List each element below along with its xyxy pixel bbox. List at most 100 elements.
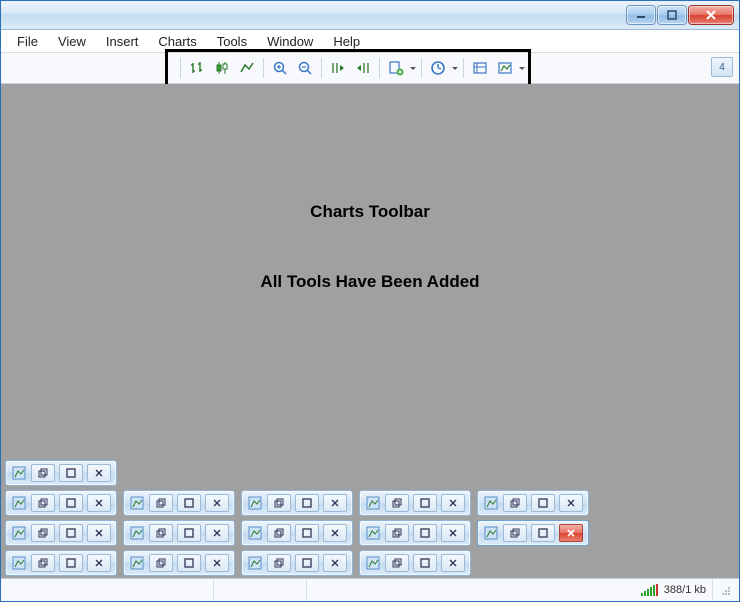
status-transfer: 388/1 kb	[664, 584, 706, 596]
mdi-maximize-button[interactable]	[295, 554, 319, 572]
dropdown-icon[interactable]	[451, 57, 459, 79]
mdi-close-button[interactable]	[323, 524, 347, 542]
mdi-restore-button[interactable]	[267, 554, 291, 572]
mdi-close-button[interactable]	[87, 494, 111, 512]
mdi-child[interactable]	[241, 550, 353, 576]
mdi-maximize-button[interactable]	[59, 554, 83, 572]
status-connection: 388/1 kb	[635, 579, 713, 601]
line-chart-button[interactable]	[235, 56, 259, 80]
candlestick-button[interactable]	[210, 56, 234, 80]
periodicity-button[interactable]	[426, 56, 450, 80]
indicators-button[interactable]	[384, 56, 408, 80]
chart-shift-button[interactable]	[351, 56, 375, 80]
chart-icon	[129, 525, 145, 541]
mdi-maximize-button[interactable]	[177, 554, 201, 572]
menu-view[interactable]: View	[48, 32, 96, 51]
mdi-restore-button[interactable]	[267, 494, 291, 512]
mdi-maximize-button[interactable]	[413, 524, 437, 542]
mdi-child[interactable]	[359, 550, 471, 576]
mdi-child[interactable]	[359, 520, 471, 546]
mdi-child[interactable]	[5, 460, 117, 486]
mdi-close-button[interactable]	[87, 464, 111, 482]
mdi-restore-button[interactable]	[149, 494, 173, 512]
mdi-restore-button[interactable]	[385, 554, 409, 572]
dropdown-icon[interactable]	[518, 57, 526, 79]
mdi-restore-button[interactable]	[149, 524, 173, 542]
maximize-button[interactable]	[658, 6, 686, 24]
annotation-toolbar-label: Charts Toolbar	[1, 202, 739, 222]
chart-icon	[483, 495, 499, 511]
dropdown-icon[interactable]	[409, 57, 417, 79]
mdi-child[interactable]	[241, 490, 353, 516]
mdi-close-button[interactable]	[323, 554, 347, 572]
mdi-maximize-button[interactable]	[177, 494, 201, 512]
mdi-restore-button[interactable]	[385, 494, 409, 512]
mdi-close-button[interactable]	[559, 494, 583, 512]
mdi-maximize-button[interactable]	[531, 494, 555, 512]
mdi-child[interactable]	[241, 520, 353, 546]
menu-charts[interactable]: Charts	[148, 32, 206, 51]
mdi-close-button[interactable]	[87, 554, 111, 572]
mdi-maximize-button[interactable]	[59, 494, 83, 512]
chart-icon	[11, 555, 27, 571]
signal-bars-icon	[641, 584, 658, 596]
minimize-button[interactable]	[627, 6, 655, 24]
autoscroll-button[interactable]	[326, 56, 350, 80]
mdi-close-button[interactable]	[87, 524, 111, 542]
mdi-maximize-button[interactable]	[295, 524, 319, 542]
chart-icon	[11, 465, 27, 481]
mdi-close-button[interactable]	[441, 524, 465, 542]
mdi-restore-button[interactable]	[31, 554, 55, 572]
mdi-restore-button[interactable]	[503, 524, 527, 542]
mdi-close-button[interactable]	[559, 524, 583, 542]
status-cell	[1, 579, 214, 601]
chart-icon	[483, 525, 499, 541]
mdi-restore-button[interactable]	[31, 524, 55, 542]
chart-properties-button[interactable]	[493, 56, 517, 80]
zoom-in-button[interactable]	[268, 56, 292, 80]
mdi-close-button[interactable]	[205, 494, 229, 512]
mdi-restore-button[interactable]	[267, 524, 291, 542]
alerts-badge[interactable]: 4	[711, 57, 733, 77]
status-cell	[214, 579, 307, 601]
resize-grip[interactable]	[713, 579, 739, 601]
mdi-child[interactable]	[123, 520, 235, 546]
mdi-child[interactable]	[5, 550, 117, 576]
bar-chart-button[interactable]	[185, 56, 209, 80]
mdi-child-windows	[5, 460, 589, 576]
mdi-close-button[interactable]	[441, 554, 465, 572]
menu-file[interactable]: File	[7, 32, 48, 51]
mdi-restore-button[interactable]	[31, 494, 55, 512]
mdi-child-active[interactable]	[477, 520, 589, 546]
mdi-child[interactable]	[123, 550, 235, 576]
mdi-child[interactable]	[123, 490, 235, 516]
mdi-maximize-button[interactable]	[295, 494, 319, 512]
main-area: Charts Toolbar All Tools Have Been Added	[1, 84, 739, 578]
close-button[interactable]	[689, 6, 733, 24]
mdi-restore-button[interactable]	[149, 554, 173, 572]
mdi-child[interactable]	[359, 490, 471, 516]
menu-help[interactable]: Help	[323, 32, 370, 51]
mdi-restore-button[interactable]	[31, 464, 55, 482]
mdi-close-button[interactable]	[205, 554, 229, 572]
mdi-maximize-button[interactable]	[413, 494, 437, 512]
mdi-child[interactable]	[477, 490, 589, 516]
menu-window[interactable]: Window	[257, 32, 323, 51]
separator-icon	[463, 58, 464, 78]
menu-insert[interactable]: Insert	[96, 32, 149, 51]
mdi-maximize-button[interactable]	[413, 554, 437, 572]
mdi-close-button[interactable]	[323, 494, 347, 512]
mdi-restore-button[interactable]	[503, 494, 527, 512]
mdi-child[interactable]	[5, 520, 117, 546]
mdi-maximize-button[interactable]	[59, 464, 83, 482]
mdi-maximize-button[interactable]	[59, 524, 83, 542]
mdi-maximize-button[interactable]	[177, 524, 201, 542]
mdi-close-button[interactable]	[441, 494, 465, 512]
menu-tools[interactable]: Tools	[207, 32, 257, 51]
zoom-out-button[interactable]	[293, 56, 317, 80]
mdi-close-button[interactable]	[205, 524, 229, 542]
mdi-restore-button[interactable]	[385, 524, 409, 542]
templates-button[interactable]	[468, 56, 492, 80]
mdi-child[interactable]	[5, 490, 117, 516]
mdi-maximize-button[interactable]	[531, 524, 555, 542]
